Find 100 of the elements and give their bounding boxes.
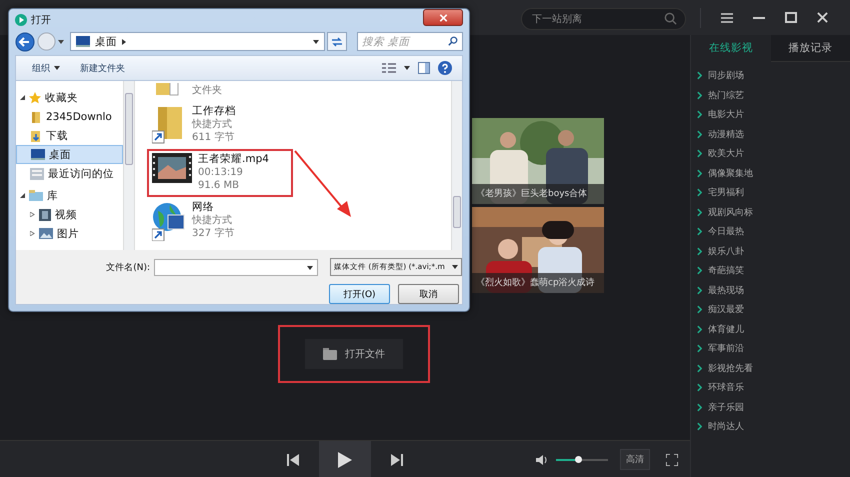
fullscreen-icon[interactable] xyxy=(666,454,678,466)
category-item[interactable]: 观剧风向标 xyxy=(697,202,850,222)
file-name: 王者荣耀.mp4 xyxy=(198,153,269,166)
close-icon xyxy=(438,14,448,22)
category-item[interactable]: 体育健儿 xyxy=(697,320,850,339)
category-item[interactable]: 欧美大片 xyxy=(697,144,850,164)
caret-icon[interactable] xyxy=(307,266,313,270)
category-item[interactable]: 同步剧场 xyxy=(697,66,850,86)
file-detail: 快捷方式 xyxy=(192,118,233,132)
filename-field[interactable] xyxy=(154,258,318,276)
view-icon[interactable] xyxy=(382,62,396,74)
search-field[interactable]: 下一站别离 xyxy=(521,8,686,30)
close-button[interactable] xyxy=(423,9,463,26)
file-detail: 327 字节 xyxy=(192,227,234,240)
chevron-icon xyxy=(697,168,702,178)
caret-icon[interactable] xyxy=(58,40,64,44)
expander-icon[interactable] xyxy=(20,95,25,100)
chevron-icon xyxy=(697,227,702,236)
expander-icon[interactable] xyxy=(30,212,35,218)
next-icon[interactable] xyxy=(391,454,403,466)
annotation-arrow xyxy=(293,149,353,220)
category-item[interactable]: 痴汉最爱 xyxy=(697,300,850,320)
file-item[interactable]: 工作存档 快捷方式 611 字节 xyxy=(147,101,293,150)
file-item[interactable]: 文件夹 xyxy=(147,81,293,102)
caret-icon xyxy=(452,265,458,269)
open-file-button[interactable]: 打开文件 xyxy=(305,339,403,369)
caption[interactable]: 《老男孩》巨头老boys合体 xyxy=(472,184,604,204)
quality-button[interactable]: 高清 xyxy=(620,449,650,470)
file-name: 工作存档 xyxy=(192,105,236,118)
play-button[interactable] xyxy=(319,441,371,477)
maximize-icon[interactable] xyxy=(785,12,797,23)
category-item[interactable]: 动漫精选 xyxy=(697,124,850,144)
nav-item[interactable]: 视频 xyxy=(16,205,123,224)
download-folder-icon xyxy=(30,130,42,142)
sidebar-tab[interactable]: 播放记录 xyxy=(770,35,850,62)
search-icon[interactable] xyxy=(448,36,458,46)
minimize-icon[interactable] xyxy=(753,16,765,18)
file-detail: 快捷方式 xyxy=(192,214,233,228)
new-folder-button[interactable]: 新建文件夹 xyxy=(74,62,131,75)
category-item[interactable]: 宅男福利 xyxy=(697,183,850,202)
close-icon[interactable] xyxy=(817,12,828,23)
network-icon xyxy=(152,201,186,242)
expander-icon[interactable] xyxy=(20,193,25,198)
chevron-icon xyxy=(697,422,702,432)
category-item[interactable]: 奇葩搞笑 xyxy=(697,261,850,280)
menu-icon[interactable] xyxy=(721,12,733,22)
caret-icon[interactable] xyxy=(313,40,319,44)
folder-icon xyxy=(323,348,337,360)
nav-item[interactable]: 桌面 xyxy=(16,145,123,164)
address-bar[interactable]: 桌面 xyxy=(70,32,325,52)
chevron-icon xyxy=(697,71,702,80)
cancel-button[interactable]: 取消 xyxy=(398,284,459,304)
category-item[interactable]: 时尚达人 xyxy=(697,417,850,436)
nav-item[interactable]: 2345Downlo xyxy=(16,107,123,126)
desktop-icon xyxy=(31,149,45,160)
chevron-icon xyxy=(697,324,702,334)
scrollbar[interactable] xyxy=(451,81,462,250)
help-icon[interactable] xyxy=(438,61,452,76)
file-item[interactable]: 王者荣耀.mp4 00:13:19 91.6 MB xyxy=(147,149,293,198)
app-icon xyxy=(15,14,27,26)
scrollbar[interactable] xyxy=(123,81,134,250)
nav-item[interactable]: 图片 xyxy=(16,224,123,244)
search-icon[interactable] xyxy=(664,12,677,24)
chevron-icon xyxy=(697,110,702,120)
organize-menu[interactable]: 组织 xyxy=(26,62,66,75)
category-item[interactable]: 亲子乐园 xyxy=(697,398,850,417)
preview-pane-icon[interactable] xyxy=(418,62,430,74)
category-item[interactable]: 今日最热 xyxy=(697,222,850,242)
dialog-title: 打开 xyxy=(31,14,51,27)
category-item[interactable]: 最热现场 xyxy=(697,280,850,300)
search-field[interactable]: 搜索 桌面 xyxy=(357,32,463,52)
nav-item[interactable]: 库 xyxy=(16,186,123,206)
chevron-icon xyxy=(697,130,702,139)
chevron-icon xyxy=(697,90,702,100)
expander-icon[interactable] xyxy=(30,231,35,236)
chevron-icon xyxy=(697,149,702,158)
file-item[interactable]: 网络 快捷方式 327 字节 xyxy=(147,197,293,246)
chevron-icon xyxy=(697,208,702,217)
file-detail: 00:13:19 xyxy=(198,166,244,180)
previous-icon[interactable] xyxy=(287,454,299,466)
category-item[interactable]: 影视抢先看 xyxy=(697,358,850,378)
back-icon[interactable] xyxy=(15,32,35,52)
nav-item[interactable]: 下载 xyxy=(16,126,123,146)
open-button[interactable]: 打开(O) xyxy=(329,284,390,304)
category-item[interactable]: 电影大片 xyxy=(697,105,850,124)
nav-item[interactable]: 收藏夹 xyxy=(16,88,123,108)
caption[interactable]: 《烈火如歌》蠢萌cp浴火成诗 xyxy=(472,273,604,293)
category-item[interactable]: 偶像聚集地 xyxy=(697,164,850,183)
nav-item[interactable]: 最近访问的位 xyxy=(16,164,123,184)
category-item[interactable]: 热门综艺 xyxy=(697,86,850,105)
chevron-icon xyxy=(697,305,702,314)
category-item[interactable]: 娱乐八卦 xyxy=(697,242,850,261)
file-detail: 文件夹 xyxy=(192,84,222,98)
refresh-button[interactable] xyxy=(327,32,347,52)
caret-icon[interactable] xyxy=(404,66,410,70)
volume-icon[interactable] xyxy=(536,454,548,464)
file-detail: 91.6 MB xyxy=(198,179,240,192)
star-icon xyxy=(29,92,41,104)
category-item[interactable]: 军事前沿 xyxy=(697,339,850,358)
category-item[interactable]: 环球音乐 xyxy=(697,378,850,398)
